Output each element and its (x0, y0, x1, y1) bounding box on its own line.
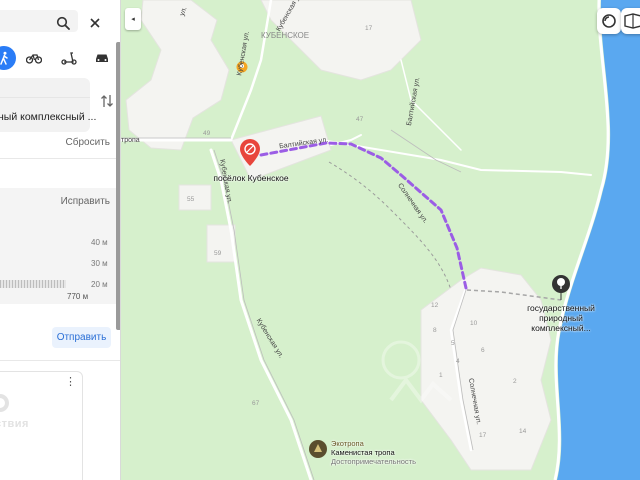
building-number: 55 (187, 196, 195, 203)
building-number: 49 (203, 130, 211, 137)
divider (0, 360, 120, 361)
route-distance: 770 м (67, 292, 89, 301)
bicycle-mode-button[interactable] (22, 46, 46, 70)
close-icon[interactable] (88, 16, 102, 30)
swap-icon[interactable] (100, 93, 114, 109)
street-label: тропа (121, 137, 140, 144)
building-number: 67 (252, 400, 260, 407)
ecotrail-poi-icon[interactable] (309, 440, 327, 458)
end-label-line: комплексный... (531, 323, 591, 333)
elevation-tick: 20 м (91, 280, 108, 289)
scooter-mode-button[interactable] (57, 46, 81, 70)
road-outlines (121, 129, 474, 480)
building-number: 14 (519, 428, 527, 435)
search-icon[interactable] (56, 16, 70, 30)
route-destination-field[interactable]: ный комплексный ... (0, 111, 96, 123)
elevation-bars (0, 280, 66, 288)
bicycle-icon (26, 54, 42, 64)
start-point-label[interactable]: посёлок Кубенское (209, 173, 293, 183)
end-label-line: природный (539, 313, 583, 323)
settlement-label: КУБЕНСКОЕ (261, 31, 310, 40)
building-number: 2 (513, 378, 517, 385)
walk-mode-button[interactable] (0, 46, 16, 70)
panorama-button[interactable] (621, 8, 640, 34)
promo-card[interactable]: ⋮ ствия (0, 371, 83, 480)
promo-logo (0, 394, 9, 412)
transport-mode-bar (0, 46, 120, 72)
lake-water (557, 0, 640, 480)
map-canvas (121, 0, 640, 480)
building-number: 12 (431, 302, 439, 309)
promo-text: ствия (0, 418, 29, 430)
route-points-box: ный комплексный ... (0, 78, 96, 132)
building-number: 4 (456, 358, 460, 365)
panorama-icon (624, 13, 640, 29)
building-number: 47 (356, 116, 364, 123)
elevation-profile: Исправить 40 м 30 м 20 м 770 м (0, 188, 120, 304)
layers-button[interactable] (597, 8, 621, 34)
map-view[interactable]: ◂ КУБЕНСКОЕ ул. Кубенская ул. Кубенская … (121, 0, 640, 480)
built-up-areas (125, 0, 552, 471)
fix-button[interactable]: Исправить (61, 196, 110, 207)
building-number: 5 (451, 340, 455, 347)
car-mode-button[interactable] (90, 46, 114, 70)
poi-label-line: Каменистая тропа (331, 448, 395, 457)
collapse-panel-button[interactable]: ◂ (125, 8, 141, 30)
building-number: 8 (433, 327, 437, 334)
scooter-icon (61, 52, 77, 65)
elevation-tick: 40 м (91, 238, 108, 247)
car-icon (96, 54, 108, 62)
divider (0, 158, 120, 159)
send-button[interactable]: Отправить (52, 327, 111, 348)
building-number: 10 (470, 320, 478, 327)
ecotrail-label[interactable]: Экотропа Каменистая тропа Достопримечате… (331, 439, 416, 466)
building-number: 6 (481, 347, 485, 354)
route-start-field[interactable] (0, 82, 90, 98)
path (328, 161, 452, 291)
building-number: 1 (439, 372, 443, 379)
end-label-line: государственный (527, 303, 595, 313)
reset-link[interactable]: Сбросить (0, 137, 120, 151)
end-point-label[interactable]: государственный природный комплексный... (519, 303, 603, 333)
poi-label-line: Достопримечательность (331, 457, 416, 466)
building-number: 17 (479, 432, 487, 439)
building-number: 59 (214, 250, 222, 257)
elevation-tick: 30 м (91, 259, 108, 268)
route-panel: ный комплексный ... Сбросить Исправить 4… (0, 0, 121, 480)
layers-icon (602, 14, 616, 28)
building-number: 17 (365, 25, 373, 32)
poi-label-line: Экотропа (331, 439, 364, 448)
more-menu-icon[interactable]: ⋮ (65, 375, 76, 388)
pedestrian-icon (0, 51, 8, 65)
search-bar (0, 4, 120, 38)
